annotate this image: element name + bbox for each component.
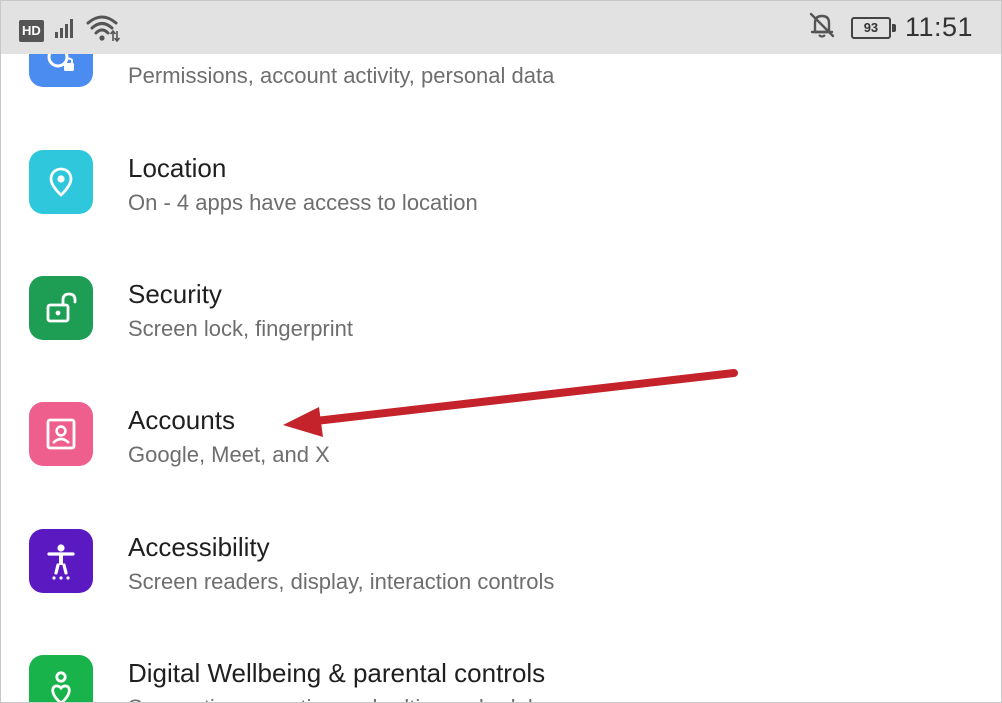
settings-item-subtitle: Permissions, account activity, personal … bbox=[128, 63, 555, 88]
settings-item-digital-wellbeing[interactable]: Digital Wellbeing & parental controls Sc… bbox=[1, 646, 1001, 702]
unlocked-padlock-icon bbox=[29, 276, 93, 340]
status-clock: 11:51 bbox=[904, 12, 973, 42]
settings-item-subtitle: Google, Meet, and X bbox=[128, 442, 330, 467]
wellbeing-icon bbox=[29, 655, 93, 702]
battery-level: 93 bbox=[863, 19, 879, 35]
notifications-off-icon bbox=[807, 10, 837, 45]
settings-item-title: Digital Wellbeing & parental controls bbox=[128, 658, 546, 688]
settings-screen: HD 93 11:51 Permissions, account activit… bbox=[0, 0, 1002, 703]
settings-item-subtitle: Screen time, app timers, bedtime schedul… bbox=[128, 695, 556, 702]
account-box-icon bbox=[29, 402, 93, 466]
settings-item-subtitle: Screen lock, fingerprint bbox=[128, 316, 353, 341]
hd-badge: HD bbox=[19, 19, 44, 42]
settings-item-title: Location bbox=[128, 153, 227, 183]
settings-item-title: Security bbox=[128, 279, 222, 309]
settings-item-subtitle: On - 4 apps have access to location bbox=[128, 190, 478, 215]
settings-item-accessibility[interactable]: Accessibility Screen readers, display, i… bbox=[1, 520, 1001, 610]
settings-item-subtitle: Screen readers, display, interaction con… bbox=[128, 569, 555, 594]
wifi-icon bbox=[86, 14, 120, 47]
location-pin-icon bbox=[29, 150, 93, 214]
settings-item-security[interactable]: Security Screen lock, fingerprint bbox=[1, 267, 1001, 357]
settings-item-accounts[interactable]: Accounts Google, Meet, and X bbox=[1, 393, 1001, 483]
battery-icon: 93 bbox=[850, 16, 896, 39]
settings-item-title: Accounts bbox=[128, 405, 235, 435]
accessibility-person-icon bbox=[29, 529, 93, 593]
signal-icon bbox=[53, 16, 77, 45]
settings-item-location[interactable]: Location On - 4 apps have access to loca… bbox=[1, 141, 1001, 231]
status-bar: HD 93 11:51 bbox=[1, 1, 1001, 54]
settings-item-title: Accessibility bbox=[128, 532, 270, 562]
